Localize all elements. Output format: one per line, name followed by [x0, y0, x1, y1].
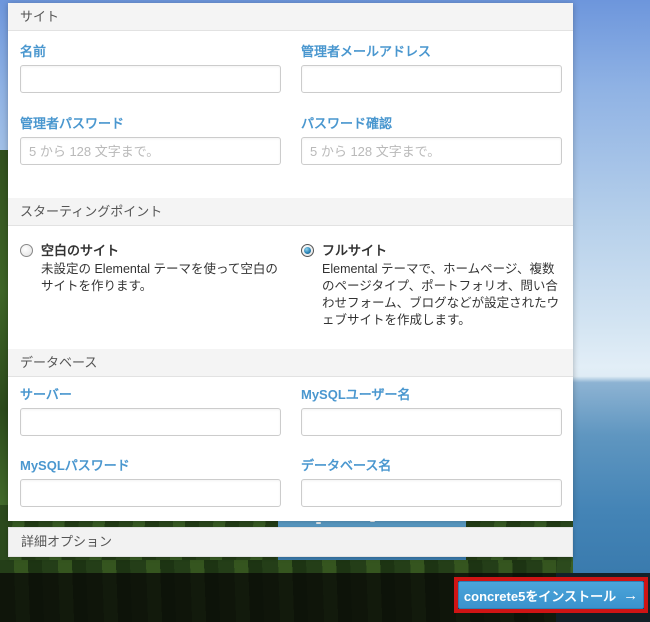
- section-header-site: サイト: [8, 3, 573, 31]
- database-row-2: MySQLパスワード データベース名: [8, 458, 573, 507]
- admin-email-input[interactable]: [301, 65, 562, 93]
- db-username-label: MySQLユーザー名: [301, 387, 562, 402]
- admin-password-label: 管理者パスワード: [20, 116, 281, 131]
- db-server-input[interactable]: [20, 408, 281, 436]
- password-confirm-label: パスワード確認: [301, 116, 562, 131]
- starting-point-options: 空白のサイト 未設定の Elemental テーマを使って空白のサイトを作ります…: [8, 242, 573, 329]
- full-site-description: Elemental テーマで、ホームページ、複数のページタイプ、ポートフォリオ、…: [322, 261, 562, 329]
- full-site-radio[interactable]: [301, 244, 314, 257]
- blank-site-label[interactable]: 空白のサイト: [41, 243, 119, 258]
- option-full-site[interactable]: フルサイト Elemental テーマで、ホームページ、複数のページタイプ、ポー…: [301, 242, 562, 329]
- install-button[interactable]: concrete5をインストール →: [458, 581, 644, 609]
- db-password-input[interactable]: [20, 479, 281, 507]
- section-header-database: データベース: [8, 349, 573, 377]
- full-site-label[interactable]: フルサイト: [322, 243, 387, 258]
- install-form-panel: サイト 名前 管理者メールアドレス 管理者パスワード パスワード確認 スタ: [8, 3, 573, 521]
- section-header-starting-point: スターティングポイント: [8, 198, 573, 226]
- db-password-label: MySQLパスワード: [20, 458, 281, 473]
- db-username-field: MySQLユーザー名: [301, 387, 562, 436]
- db-name-label: データベース名: [301, 458, 562, 473]
- boat-speck: [316, 522, 321, 524]
- option-blank-site[interactable]: 空白のサイト 未設定の Elemental テーマを使って空白のサイトを作ります…: [20, 242, 281, 329]
- site-row-1: 名前 管理者メールアドレス: [8, 44, 573, 93]
- advanced-options-bar[interactable]: 詳細オプション: [8, 527, 573, 557]
- password-confirm-input[interactable]: [301, 137, 562, 165]
- db-username-input[interactable]: [301, 408, 562, 436]
- site-row-2: 管理者パスワード パスワード確認: [8, 116, 573, 165]
- arrow-right-icon: →: [623, 588, 638, 603]
- install-button-label: concrete5をインストール: [464, 586, 616, 605]
- admin-email-label: 管理者メールアドレス: [301, 44, 562, 59]
- admin-email-field: 管理者メールアドレス: [301, 44, 562, 93]
- db-name-field: データベース名: [301, 458, 562, 507]
- admin-password-input[interactable]: [20, 137, 281, 165]
- section-header-database-label: データベース: [20, 355, 97, 370]
- section-header-starting-point-label: スターティングポイント: [20, 204, 162, 219]
- db-password-field: MySQLパスワード: [20, 458, 281, 507]
- database-row-1: サーバー MySQLユーザー名: [8, 387, 573, 436]
- site-name-field: 名前: [20, 44, 281, 93]
- site-name-label: 名前: [20, 44, 281, 59]
- blank-site-radio[interactable]: [20, 244, 33, 257]
- password-confirm-field: パスワード確認: [301, 116, 562, 165]
- db-server-field: サーバー: [20, 387, 281, 436]
- installer-screen: サイト 名前 管理者メールアドレス 管理者パスワード パスワード確認 スタ: [0, 0, 650, 622]
- site-name-input[interactable]: [20, 65, 281, 93]
- db-server-label: サーバー: [20, 387, 281, 402]
- blank-site-description: 未設定の Elemental テーマを使って空白のサイトを作ります。: [41, 261, 281, 295]
- admin-password-field: 管理者パスワード: [20, 116, 281, 165]
- highlight-box: concrete5をインストール →: [454, 577, 648, 613]
- advanced-options-label: 詳細オプション: [21, 534, 112, 549]
- db-name-input[interactable]: [301, 479, 562, 507]
- section-header-site-label: サイト: [20, 9, 59, 24]
